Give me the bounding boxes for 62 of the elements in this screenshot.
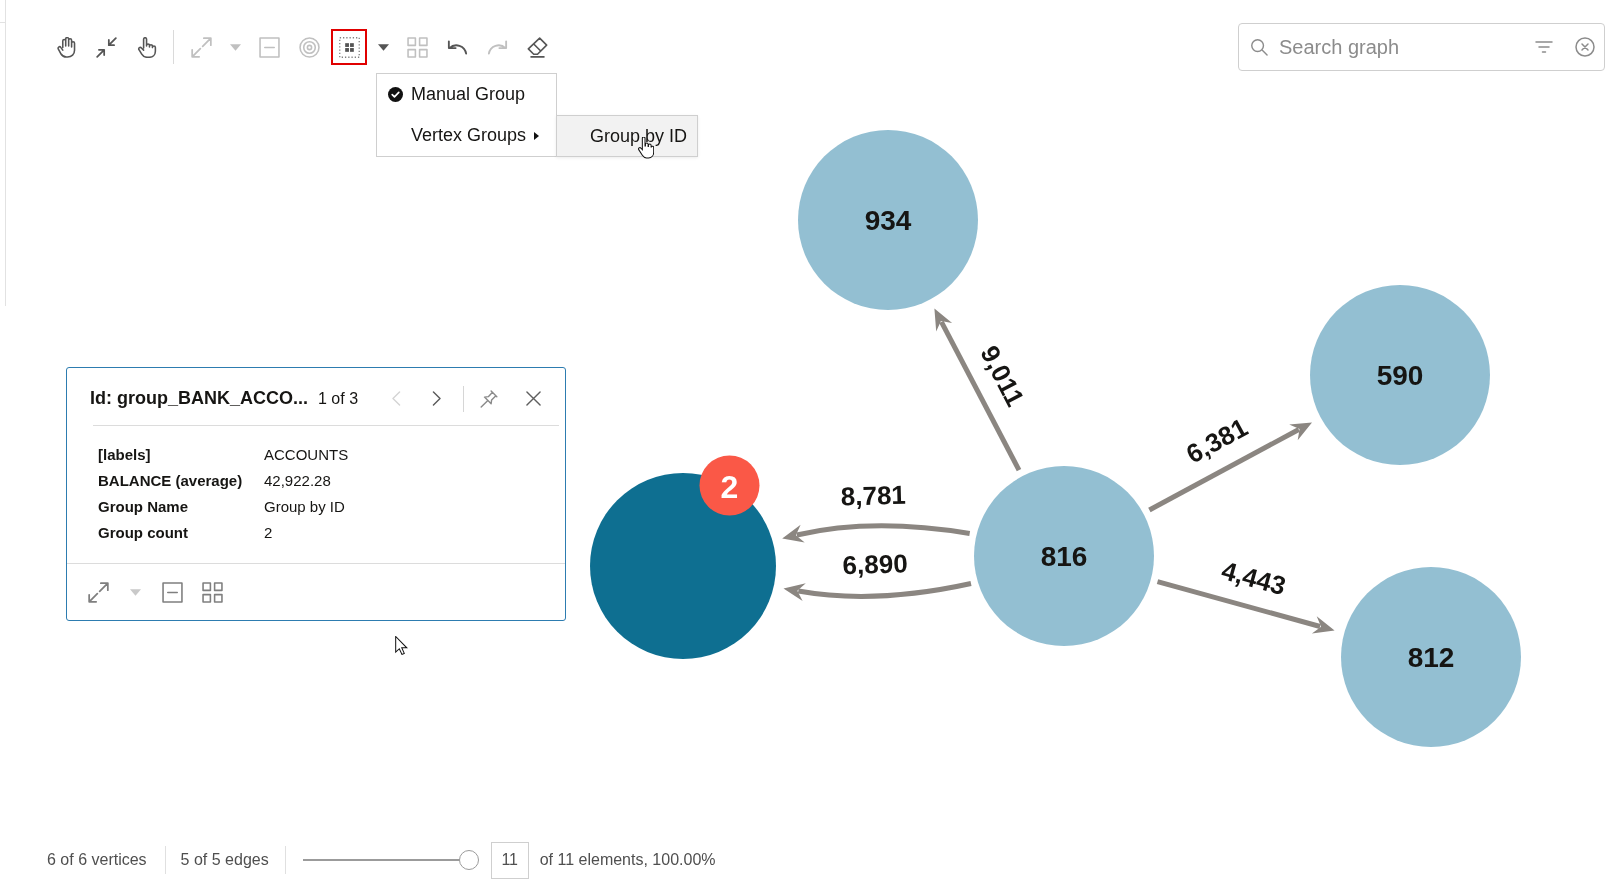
pin-icon bbox=[480, 389, 498, 408]
panel-title: Id: group_BANK_ACCO... bbox=[90, 388, 308, 409]
vertex-count: 6 of 6 vertices bbox=[47, 851, 147, 869]
target-icon bbox=[298, 36, 320, 58]
four-squares-icon bbox=[201, 581, 223, 603]
edge-label: 6,890 bbox=[842, 548, 908, 581]
expand-arrows-icon bbox=[190, 36, 212, 58]
node-label: 934 bbox=[864, 204, 912, 236]
node-label: 816 bbox=[1040, 540, 1088, 572]
property-value: ACCOUNTS bbox=[264, 445, 349, 463]
edge-label: 8,781 bbox=[840, 479, 907, 512]
edge-count: 5 of 5 edges bbox=[180, 851, 269, 869]
close-icon bbox=[525, 391, 541, 406]
node-label: 590 bbox=[1376, 359, 1424, 391]
node-label: 812 bbox=[1407, 641, 1455, 673]
chevron-left-icon bbox=[391, 391, 401, 406]
caret-icon bbox=[229, 43, 241, 51]
property-value: 2 bbox=[264, 523, 274, 541]
expand-arrows-icon bbox=[87, 581, 109, 603]
dotted-grid-icon bbox=[338, 36, 360, 58]
submenu-item[interactable]: Group by ID bbox=[557, 116, 697, 156]
hand-icon bbox=[55, 36, 77, 58]
vertex-node[interactable] bbox=[1341, 567, 1521, 747]
property-name: [labels] bbox=[98, 445, 152, 463]
caret-right-icon bbox=[534, 131, 540, 140]
four-squares-icon bbox=[406, 36, 428, 58]
search-field[interactable]: Search graph bbox=[1238, 23, 1605, 71]
search-icon bbox=[1251, 38, 1268, 56]
property-value: 42,922.28 bbox=[264, 471, 332, 489]
group-button[interactable] bbox=[331, 29, 367, 65]
slider-thumb[interactable] bbox=[458, 850, 479, 870]
chevron-right-icon bbox=[431, 391, 441, 406]
property-name: BALANCE (average) bbox=[98, 471, 244, 489]
menu-item[interactable]: Vertex Groups bbox=[377, 115, 556, 156]
count-badge: 2 bbox=[699, 455, 760, 516]
count-field[interactable]: 11 bbox=[490, 841, 529, 879]
check-circle-icon bbox=[388, 87, 403, 102]
vertex-node[interactable] bbox=[1310, 285, 1490, 465]
edge-arrow[interactable] bbox=[1148, 422, 1312, 513]
edge-label: 9,011 bbox=[974, 340, 1031, 412]
summary-text: of 11 elements, 100.00% bbox=[539, 851, 716, 869]
minus-square-icon bbox=[258, 36, 280, 58]
filter-icon[interactable] bbox=[1535, 41, 1553, 53]
edge-arrow[interactable] bbox=[934, 308, 1022, 472]
pointer-cursor-icon bbox=[395, 636, 408, 655]
property-value: Group by ID bbox=[264, 497, 346, 515]
pointing-hand-icon bbox=[135, 36, 157, 58]
caret-icon bbox=[129, 588, 141, 596]
menu-item[interactable]: Manual Group bbox=[377, 74, 556, 115]
eraser-icon bbox=[526, 36, 548, 58]
vertex-node[interactable] bbox=[974, 466, 1154, 646]
property-name: Group Name bbox=[98, 497, 189, 515]
group-node[interactable] bbox=[590, 473, 776, 659]
clear-icon[interactable] bbox=[1575, 37, 1595, 57]
caret-icon bbox=[377, 43, 389, 51]
vertex-node[interactable] bbox=[798, 130, 978, 310]
edge-label: 4,443 bbox=[1218, 555, 1290, 602]
property-name: Group count bbox=[98, 523, 189, 541]
pager-text: 1 of 3 bbox=[318, 389, 359, 408]
collapse-arrows-icon bbox=[95, 36, 117, 58]
minus-square-icon bbox=[161, 581, 183, 603]
edge-label: 6,381 bbox=[1181, 412, 1253, 470]
